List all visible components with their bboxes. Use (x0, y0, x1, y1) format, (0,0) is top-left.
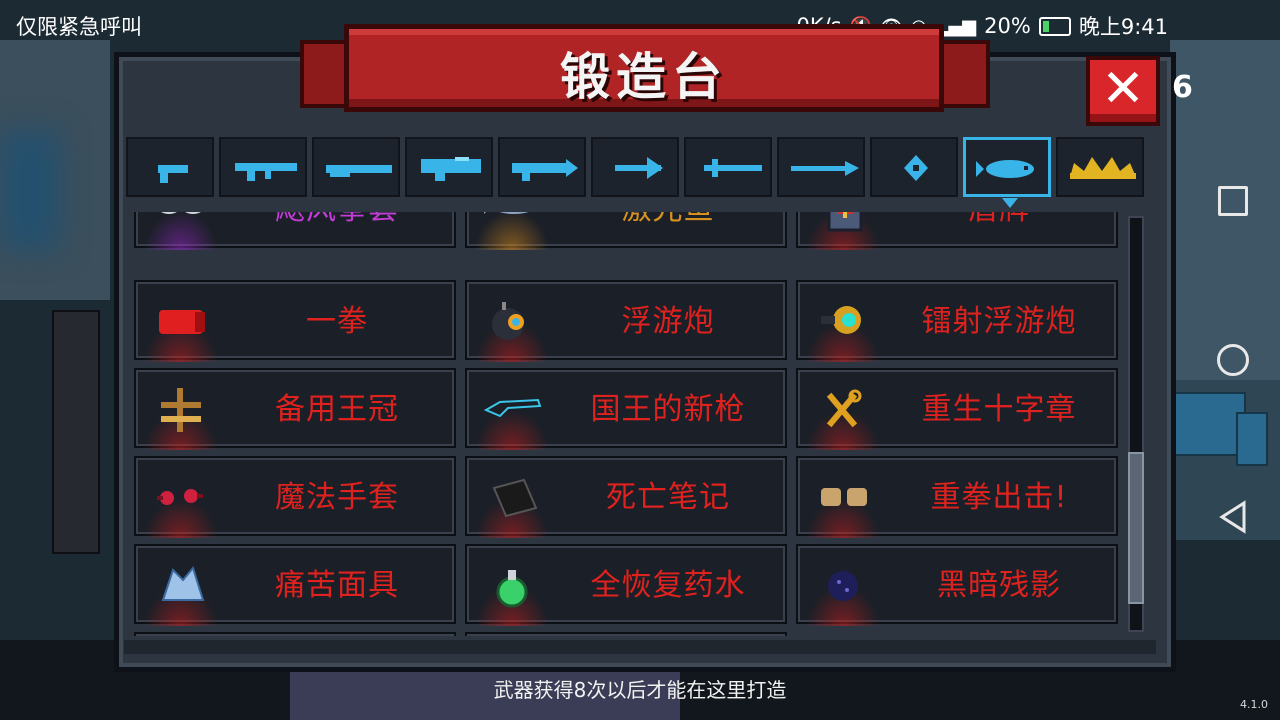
forge-hint-message: 武器获得8次以后才能在这里打造 (493, 678, 787, 702)
item-name: 痛苦面具 (275, 568, 399, 603)
tab-fish[interactable] (963, 137, 1051, 208)
tab-crown[interactable] (1056, 137, 1144, 197)
death-note-icon (492, 478, 538, 518)
forge-item[interactable]: 痛苦面具 (134, 544, 456, 626)
scrollbar-thumb[interactable] (1128, 452, 1144, 604)
active-tab-indicator (1002, 198, 1018, 208)
laser-floating-cannon-icon (821, 306, 861, 334)
forge-item[interactable]: 备用王冠 (134, 368, 456, 450)
tab-assault-rifle[interactable] (219, 137, 307, 197)
forge-item[interactable]: 一拳 (134, 280, 456, 362)
invisible-gun-icon (483, 398, 542, 418)
battery-icon (1038, 16, 1071, 36)
title-banner: 锻造台 (344, 24, 944, 112)
item-name: 飓风拳套 (224, 212, 450, 250)
forge-item[interactable]: 重拳出击! (796, 456, 1118, 538)
laser-fish-icon (484, 212, 529, 214)
battery-percent: 20% (984, 14, 1031, 38)
back-button[interactable] (1218, 500, 1248, 534)
item-name: 一拳 (306, 304, 368, 339)
forge-item-partial[interactable] (465, 632, 787, 636)
pistol-icon (158, 165, 188, 183)
tab-pistol[interactable] (126, 137, 214, 197)
side-counter: 6 (1172, 70, 1193, 105)
forge-item[interactable]: 重生十字章 (796, 368, 1118, 450)
item-name: 备用王冠 (275, 392, 399, 427)
item-name: 国王的新枪 (590, 392, 746, 427)
android-nav-bar (1184, 150, 1280, 570)
clock: 晚上9:41 (1078, 15, 1168, 39)
floating-cannon-icon (492, 302, 524, 340)
fish-icon (976, 160, 1034, 178)
tab-crossbow[interactable] (591, 137, 679, 197)
forge-item[interactable]: 国王的新枪 (465, 368, 787, 450)
spare-crown-icon (161, 388, 201, 432)
carrier-text: 仅限紧急呼叫 (16, 15, 142, 39)
close-button[interactable]: ✕ (1086, 56, 1160, 126)
sword-icon (704, 159, 762, 177)
crown-icon (1070, 157, 1136, 179)
tab-shotgun[interactable] (312, 137, 400, 197)
red-fist-icon (159, 310, 205, 334)
item-name: 激光鱼 (555, 212, 781, 250)
back-triangle-icon (1219, 500, 1246, 534)
item-name: 镭射浮游炮 (921, 304, 1077, 339)
item-name: 盾牌 (886, 212, 1112, 250)
tab-sword[interactable] (684, 137, 772, 197)
tab-spear[interactable] (777, 137, 865, 197)
forge-item[interactable]: 黑暗残影 (796, 544, 1118, 626)
home-button[interactable] (1217, 344, 1249, 376)
tab-energy-gun[interactable] (498, 137, 586, 197)
magic-gloves-icon (157, 489, 203, 505)
pain-mask-icon (161, 565, 205, 601)
assault-rifle-icon (235, 163, 297, 181)
forge-item[interactable]: 飓风拳套 (134, 212, 456, 250)
tornado-gloves-icon (161, 212, 201, 214)
forge-item[interactable]: 死亡笔记 (465, 456, 787, 538)
close-icon: ✕ (1101, 59, 1145, 119)
page-title: 锻造台 (560, 48, 728, 106)
staff-icon (904, 155, 928, 181)
full-potion-icon (496, 570, 528, 608)
item-name: 浮游炮 (621, 304, 715, 339)
version-label: 4.1.0 (1240, 698, 1268, 711)
weapon-category-tabs (126, 137, 1156, 208)
forge-item[interactable]: 激光鱼 (465, 212, 787, 250)
forge-item-grid: 飓风拳套 激光鱼 盾牌一拳 浮游炮 镭射浮游炮备用王冠 国王的新枪 重生十字章魔法手套 死亡笔… (128, 212, 1128, 636)
panel-bottom-edge (124, 640, 1156, 654)
heavy-punch-icon (821, 488, 867, 506)
forge-item[interactable]: 全恢复药水 (465, 544, 787, 626)
tab-staff[interactable] (870, 137, 958, 197)
background-pillar (52, 310, 100, 554)
forge-item[interactable]: 盾牌 (796, 212, 1118, 250)
dark-shadow-icon (828, 571, 858, 601)
item-name: 全恢复药水 (590, 568, 746, 603)
item-name: 重拳出击! (930, 480, 1068, 515)
forge-item[interactable]: 魔法手套 (134, 456, 456, 538)
spear-icon (791, 161, 859, 176)
shotgun-icon (326, 165, 392, 177)
background-light (0, 130, 60, 250)
item-name: 魔法手套 (275, 480, 399, 515)
item-name: 黑暗残影 (937, 568, 1061, 603)
forge-item[interactable]: 镭射浮游炮 (796, 280, 1118, 362)
laser-rifle-icon (421, 157, 481, 181)
crossbow-icon (615, 157, 663, 179)
shield-icon (827, 212, 863, 232)
rebirth-cross-icon (826, 389, 862, 428)
forge-item-partial[interactable] (134, 632, 456, 636)
energy-gun-icon (512, 159, 578, 181)
item-name: 重生十字章 (921, 392, 1077, 427)
tab-laser-rifle[interactable] (405, 137, 493, 197)
item-name: 死亡笔记 (606, 480, 730, 515)
forge-item[interactable]: 浮游炮 (465, 280, 787, 362)
recent-apps-button[interactable] (1218, 186, 1248, 216)
